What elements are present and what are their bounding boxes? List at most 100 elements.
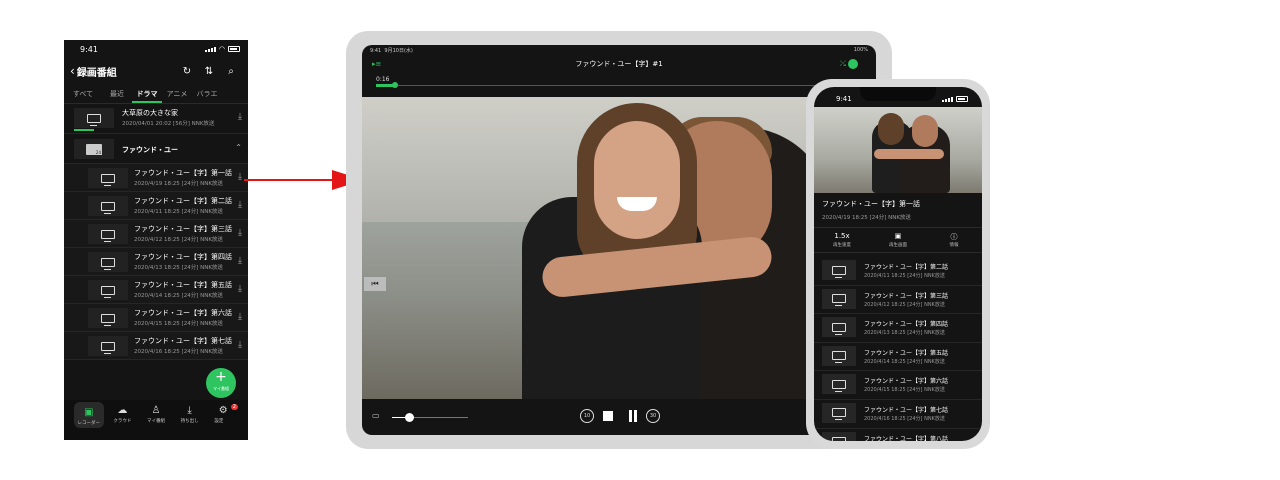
pause-icon[interactable] [628,410,638,422]
tab-all[interactable]: すべて [64,84,102,103]
thumbnail [88,196,128,216]
tv-icon [101,313,115,326]
tabbar-label: クラウド [113,419,132,424]
forward-30-icon[interactable]: 30 [646,409,660,423]
subtitles-icon[interactable]: ▭ [372,411,380,420]
episode-row[interactable]: ファウンド・ユー【字】第七話 2020/4/16 18:25 [24分] NNK放… [814,400,982,429]
episode-row[interactable]: ファウンド・ユー【字】第五話 2020/4/14 18:25 [24分] NNK放… [64,276,248,304]
episode-meta: 2020/4/12 18:25 [24分] NNK放送 [134,237,223,243]
playback-screen-button[interactable]: ▣ 再生画面 [870,228,926,252]
list-item[interactable]: 大草原の大きな家 2020/04/01 20:02 [56分] NNK放送 ⤓ [64,104,248,134]
airplay-off-icon[interactable]: ⤯ [840,59,846,69]
thumbnail [88,168,128,188]
tv-icon [101,285,115,298]
mini-video-player[interactable] [814,107,982,193]
seek-handle[interactable] [392,82,399,88]
thumbnail [88,308,128,328]
status-time: 9:41 [80,44,98,54]
episode-row[interactable]: ファウンド・ユー【字】第一話 2020/4/19 18:25 [24分] NNK放… [64,164,248,192]
skip-to-start-icon[interactable]: ⏮ [364,277,386,291]
tabbar-item-settings[interactable]: ⚙ 設定 2 [208,400,238,440]
episode-title: ファウンド・ユー【字】第三話 [864,292,949,300]
thumbnail [822,402,856,423]
episode-title: ファウンド・ユー【字】第四話 [864,321,949,329]
episode-row[interactable]: ファウンド・ユー【字】第七話 2020/4/16 18:25 [24分] NNK放… [64,332,248,360]
transition-arrow-line [244,179,340,181]
tv-icon [101,341,115,354]
download-icon[interactable]: ⤓ [238,284,242,294]
now-playing-meta: 2020/4/19 18:25 [24分] NNK放送 [822,215,911,221]
watch-progress [74,129,94,131]
download-icon[interactable]: ⤓ [238,256,242,266]
status-bar: 9:41 ◠ [64,40,248,58]
episode-row[interactable]: ファウンド・ユー【字】第八話2020/4/17 18:25 [24分] NNK放… [814,429,982,441]
episode-row[interactable]: ファウンド・ユー【字】第二話 2020/4/11 18:25 [24分] NNK放… [814,257,982,286]
tabbar-item-cloud[interactable]: ☁ クラウド [107,400,137,440]
right-phone-device: 9:41 ファウンド・ユー【字】第一話 2020/4/19 18:25 [24分… [806,79,990,449]
nav-back-label[interactable]: 録画番組 [77,64,176,79]
search-icon[interactable]: ⌕ [220,66,242,77]
folder-name: ファウンド・ユー [122,146,178,154]
battery-icon [228,46,240,52]
tv-icon [832,322,846,335]
person-icon: ♙ [151,405,161,416]
bottom-tab-bar: ▣ レコーダー ☁ クラウド ♙ マイ番組 ⤓ 持ち出し ⚙ 設定 2 [64,400,248,440]
signal-icon [942,96,953,102]
tab-recent[interactable]: 最近 [102,84,132,103]
episode-row[interactable]: ファウンド・ユー【字】第三話 2020/4/12 18:25 [24分] NNK放… [814,286,982,315]
volume-handle[interactable] [404,413,414,422]
episode-row[interactable]: ファウンド・ユー【字】第四話 2020/4/13 18:25 [24分] NNK放… [814,314,982,343]
status-time: 9:41 [836,95,852,103]
add-my-program-button[interactable]: + マイ番組 [206,368,236,398]
episode-row[interactable]: ファウンド・ユー【字】第三話 2020/4/12 18:25 [24分] NNK放… [64,220,248,248]
episode-meta: 2020/4/14 18:25 [24分] NNK放送 [134,293,223,299]
globe-icon[interactable] [848,59,858,69]
episode-row[interactable]: ファウンド・ユー【字】第五話 2020/4/14 18:25 [24分] NNK放… [814,343,982,372]
tabbar-item-my-programs[interactable]: ♙ マイ番組 [141,400,171,440]
thumbnail [822,345,856,366]
episode-title: ファウンド・ユー【字】第五話 [134,281,232,289]
now-playing-title: ファウンド・ユー【字】第一話 [822,200,920,208]
chevron-up-icon[interactable]: ⌃ [235,143,242,152]
rewind-10-icon[interactable]: 10 [580,409,594,423]
thumbnail [88,224,128,244]
tv-icon [101,173,115,186]
showcase-stage: 9:41 ◠ ‹ 録画番組 ↻ ⇅ ⌕ すべて 最近 ドラマ アニメ バラエ 大… [0,0,1280,480]
episode-title: ファウンド・ユー【字】第七話 [134,337,232,345]
tabbar-item-recorder[interactable]: ▣ レコーダー [73,402,104,428]
playlist-icon[interactable]: ▸≡ [372,60,381,68]
sort-icon[interactable]: ⇅ [198,66,220,77]
tab-drama[interactable]: ドラマ [132,84,162,103]
series-folder[interactable]: 24 ファウンド・ユー ⌃ [64,134,248,164]
tabbar-item-takeout[interactable]: ⤓ 持ち出し [175,400,205,440]
download-icon[interactable]: ⤓ [238,172,242,182]
stop-icon[interactable] [603,411,613,421]
download-icon[interactable]: ⤓ [238,228,242,238]
refresh-icon[interactable]: ↻ [176,66,198,77]
download-icon[interactable]: ⤓ [238,312,242,322]
download-icon[interactable]: ⤓ [238,112,242,122]
episode-row[interactable]: ファウンド・ユー【字】第四話 2020/4/13 18:25 [24分] NNK放… [64,248,248,276]
download-icon[interactable]: ⤓ [238,340,242,350]
tv-icon [832,351,846,364]
episode-meta: 2020/4/15 18:25 [24分] NNK放送 [134,321,223,327]
episode-row[interactable]: ファウンド・ユー【字】第六話 2020/4/15 18:25 [24分] NNK放… [64,304,248,332]
tab-variety[interactable]: バラエ [192,84,222,103]
tv-icon [101,229,115,242]
episode-row[interactable]: ファウンド・ユー【字】第二話 2020/4/11 18:25 [24分] NNK放… [64,192,248,220]
info-button[interactable]: ⓘ 情報 [926,228,982,252]
episode-title: ファウンド・ユー【字】第七話 [864,406,949,414]
episode-meta: 2020/4/13 18:25 [24分] NNK放送 [134,265,223,271]
tab-anime[interactable]: アニメ [162,84,192,103]
tablet-status-bar: 9:41 9月10日(水) 100% [362,45,876,55]
back-chevron-icon[interactable]: ‹ [70,64,75,78]
tv-icon [832,379,846,392]
video-frame[interactable] [362,97,876,399]
playback-speed-button[interactable]: 1.5x 再生速度 [814,228,870,252]
tv-icon [832,408,846,421]
thumbnail [822,260,856,280]
download-icon[interactable]: ⤓ [238,200,242,210]
episode-meta: 2020/4/13 18:25 [24分] NNK放送 [864,330,945,337]
episode-row[interactable]: ファウンド・ユー【字】第六話 2020/4/15 18:25 [24分] NNK放… [814,371,982,400]
seek-bar[interactable]: 0:16 [362,73,876,91]
